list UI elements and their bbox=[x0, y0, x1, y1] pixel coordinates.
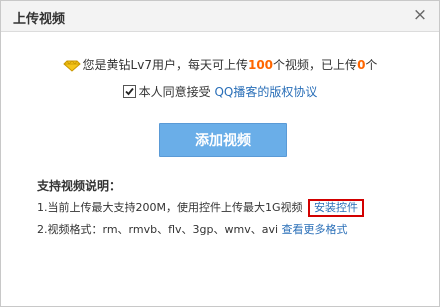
agreement-checkbox[interactable] bbox=[122, 85, 136, 98]
agreement-row: 本人同意接受 QQ播客的版权协议 bbox=[1, 83, 439, 100]
quota-suffix: 个 bbox=[365, 58, 378, 72]
description-title: 支持视频说明： bbox=[37, 179, 122, 193]
checkbox-checked-icon bbox=[124, 87, 134, 96]
add-video-button[interactable]: 添加视频 bbox=[159, 123, 287, 157]
yellow-diamond-vip-icon bbox=[62, 60, 81, 75]
formats-text: 2.视频格式：rm、rmvb、flv、3gp、wmv、avi bbox=[37, 223, 279, 236]
install-plugin-link[interactable]: 安装控件 bbox=[308, 199, 365, 217]
formats-line: 2.视频格式：rm、rmvb、flv、3gp、wmv、avi 查看更多格式 bbox=[37, 221, 348, 237]
quota-prefix: 您是黄钻Lv7用户，每天可上传 bbox=[82, 58, 248, 72]
more-formats-link[interactable]: 查看更多格式 bbox=[282, 223, 348, 236]
size-limit-text: 1.当前上传最大支持200M，使用控件上传最大1G视频 bbox=[37, 201, 303, 214]
agreement-text: 本人同意接受 bbox=[138, 85, 211, 99]
daily-limit-value: 100 bbox=[247, 58, 274, 72]
upload-video-dialog: 上传视频 × 您是黄钻Lv7用户，每天可上传100个视频，已上传0个 本人同意接… bbox=[0, 0, 440, 307]
copyright-agreement-link[interactable]: QQ播客的版权协议 bbox=[214, 85, 317, 99]
dialog-titlebar: 上传视频 × bbox=[1, 1, 439, 32]
size-limit-line: 1.当前上传最大支持200M，使用控件上传最大1G视频 安装控件 bbox=[37, 199, 365, 217]
upload-quota-info: 您是黄钻Lv7用户，每天可上传100个视频，已上传0个 bbox=[1, 56, 439, 75]
quota-middle: 个视频，已上传 bbox=[273, 58, 358, 72]
close-icon[interactable]: × bbox=[411, 6, 429, 24]
dialog-title: 上传视频 bbox=[13, 12, 66, 27]
